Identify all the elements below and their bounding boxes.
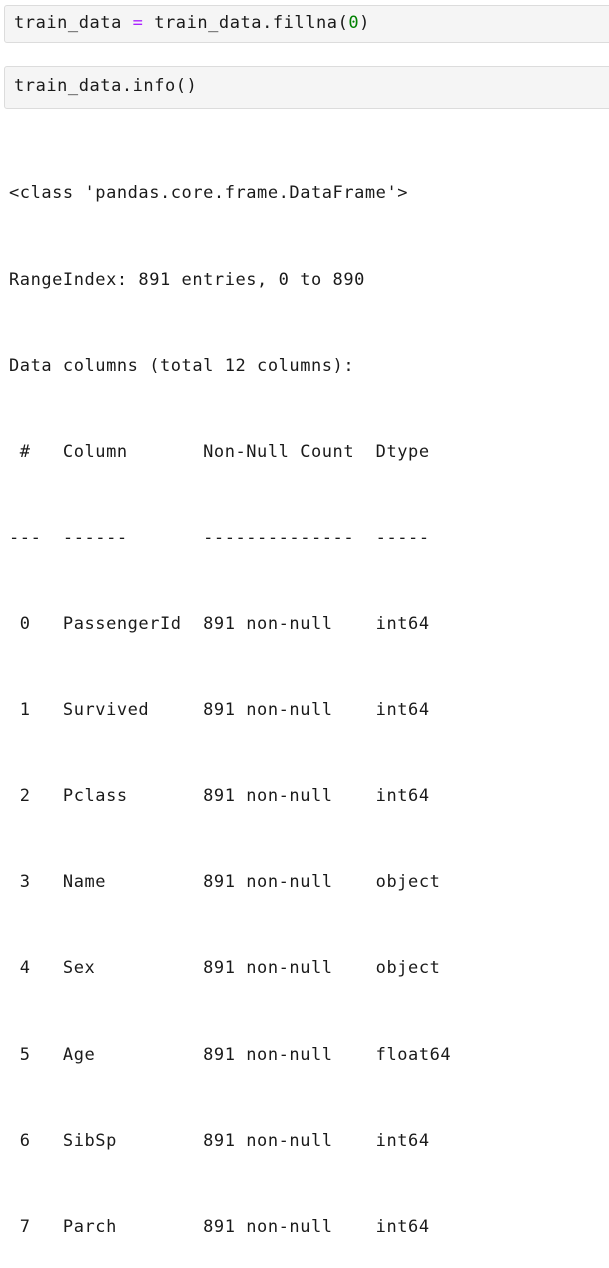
output-column-row: 4 Sex 891 non-null object [9,958,452,979]
code-token-operator: = [132,13,144,33]
code-cell-fillna[interactable]: train_data = train_data.fillna(0) [4,5,609,43]
output-datacolumns-line: Data columns (total 12 columns): [9,355,355,376]
output-column-row: 0 PassengerId 891 non-null int64 [9,613,452,634]
output-class-line: <class 'pandas.core.frame.DataFrame'> [9,183,409,204]
output-column-row: 1 Survived 891 non-null int64 [9,700,452,721]
code-token-text: train_data.info() [14,76,198,96]
output-column-row: 6 SibSp 891 non-null int64 [9,1130,452,1151]
code-line-fillna[interactable]: train_data = train_data.fillna(0) [14,13,370,33]
output-rangeindex-line: RangeIndex: 891 entries, 0 to 890 [9,269,365,290]
output-table-separator: --- ------ -------------- ----- [9,527,452,548]
output-column-row: 7 Parch 891 non-null int64 [9,1216,452,1237]
output-table-header: # Column Non-Null Count Dtype [9,441,452,462]
output-column-row: 2 Pclass 891 non-null int64 [9,786,452,807]
code-cell-info[interactable]: train_data.info() [4,66,609,109]
output-column-row: 3 Name 891 non-null object [9,872,452,893]
cell-output-stdout: <class 'pandas.core.frame.DataFrame'> Ra… [9,122,451,1268]
output-column-row: 5 Age 891 non-null float64 [9,1044,452,1065]
notebook-container: train_data = train_data.fillna(0) train_… [0,0,609,1237]
code-token-text: train_data.fillna( [143,13,349,33]
code-token-number: 0 [348,13,360,33]
code-token-text: train_data [14,13,133,33]
code-token-text: ) [359,13,370,33]
code-line-info[interactable]: train_data.info() [14,76,197,96]
